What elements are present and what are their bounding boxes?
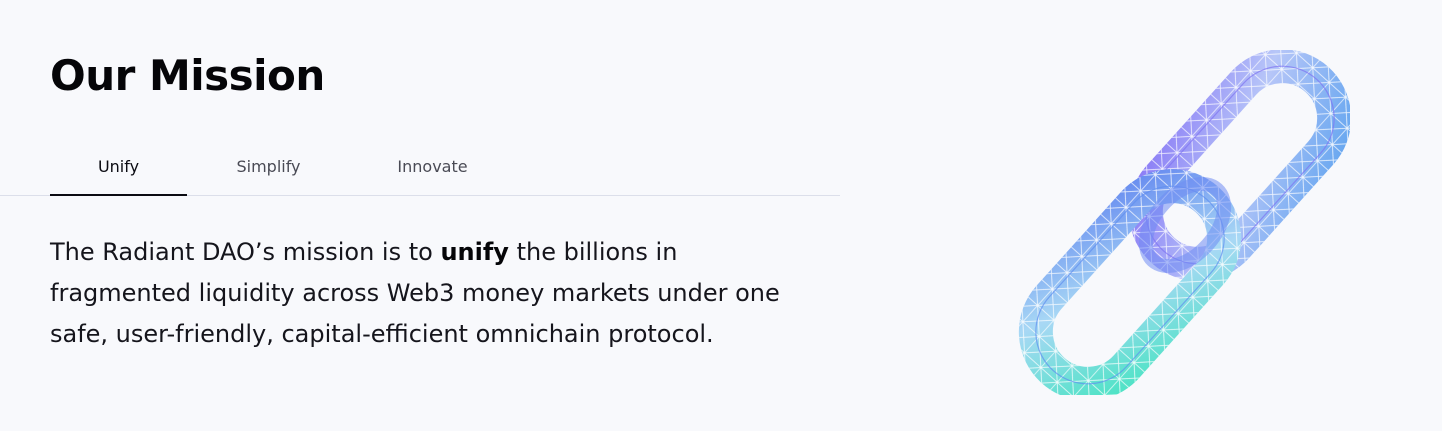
mission-highlight: unify: [440, 238, 509, 266]
tab-innovate[interactable]: Innovate: [364, 138, 501, 195]
mission-tabs: Unify Simplify Innovate: [0, 138, 840, 196]
mission-text-before: The Radiant DAO’s mission is to: [50, 238, 441, 266]
tab-simplify[interactable]: Simplify: [200, 138, 337, 195]
page-title: Our Mission: [50, 51, 325, 100]
chain-link-icon: [1010, 49, 1352, 401]
tab-unify[interactable]: Unify: [50, 138, 187, 196]
chain-link-graphic: [1018, 49, 1352, 401]
mission-statement: The Radiant DAO’s mission is to unify th…: [50, 232, 810, 355]
